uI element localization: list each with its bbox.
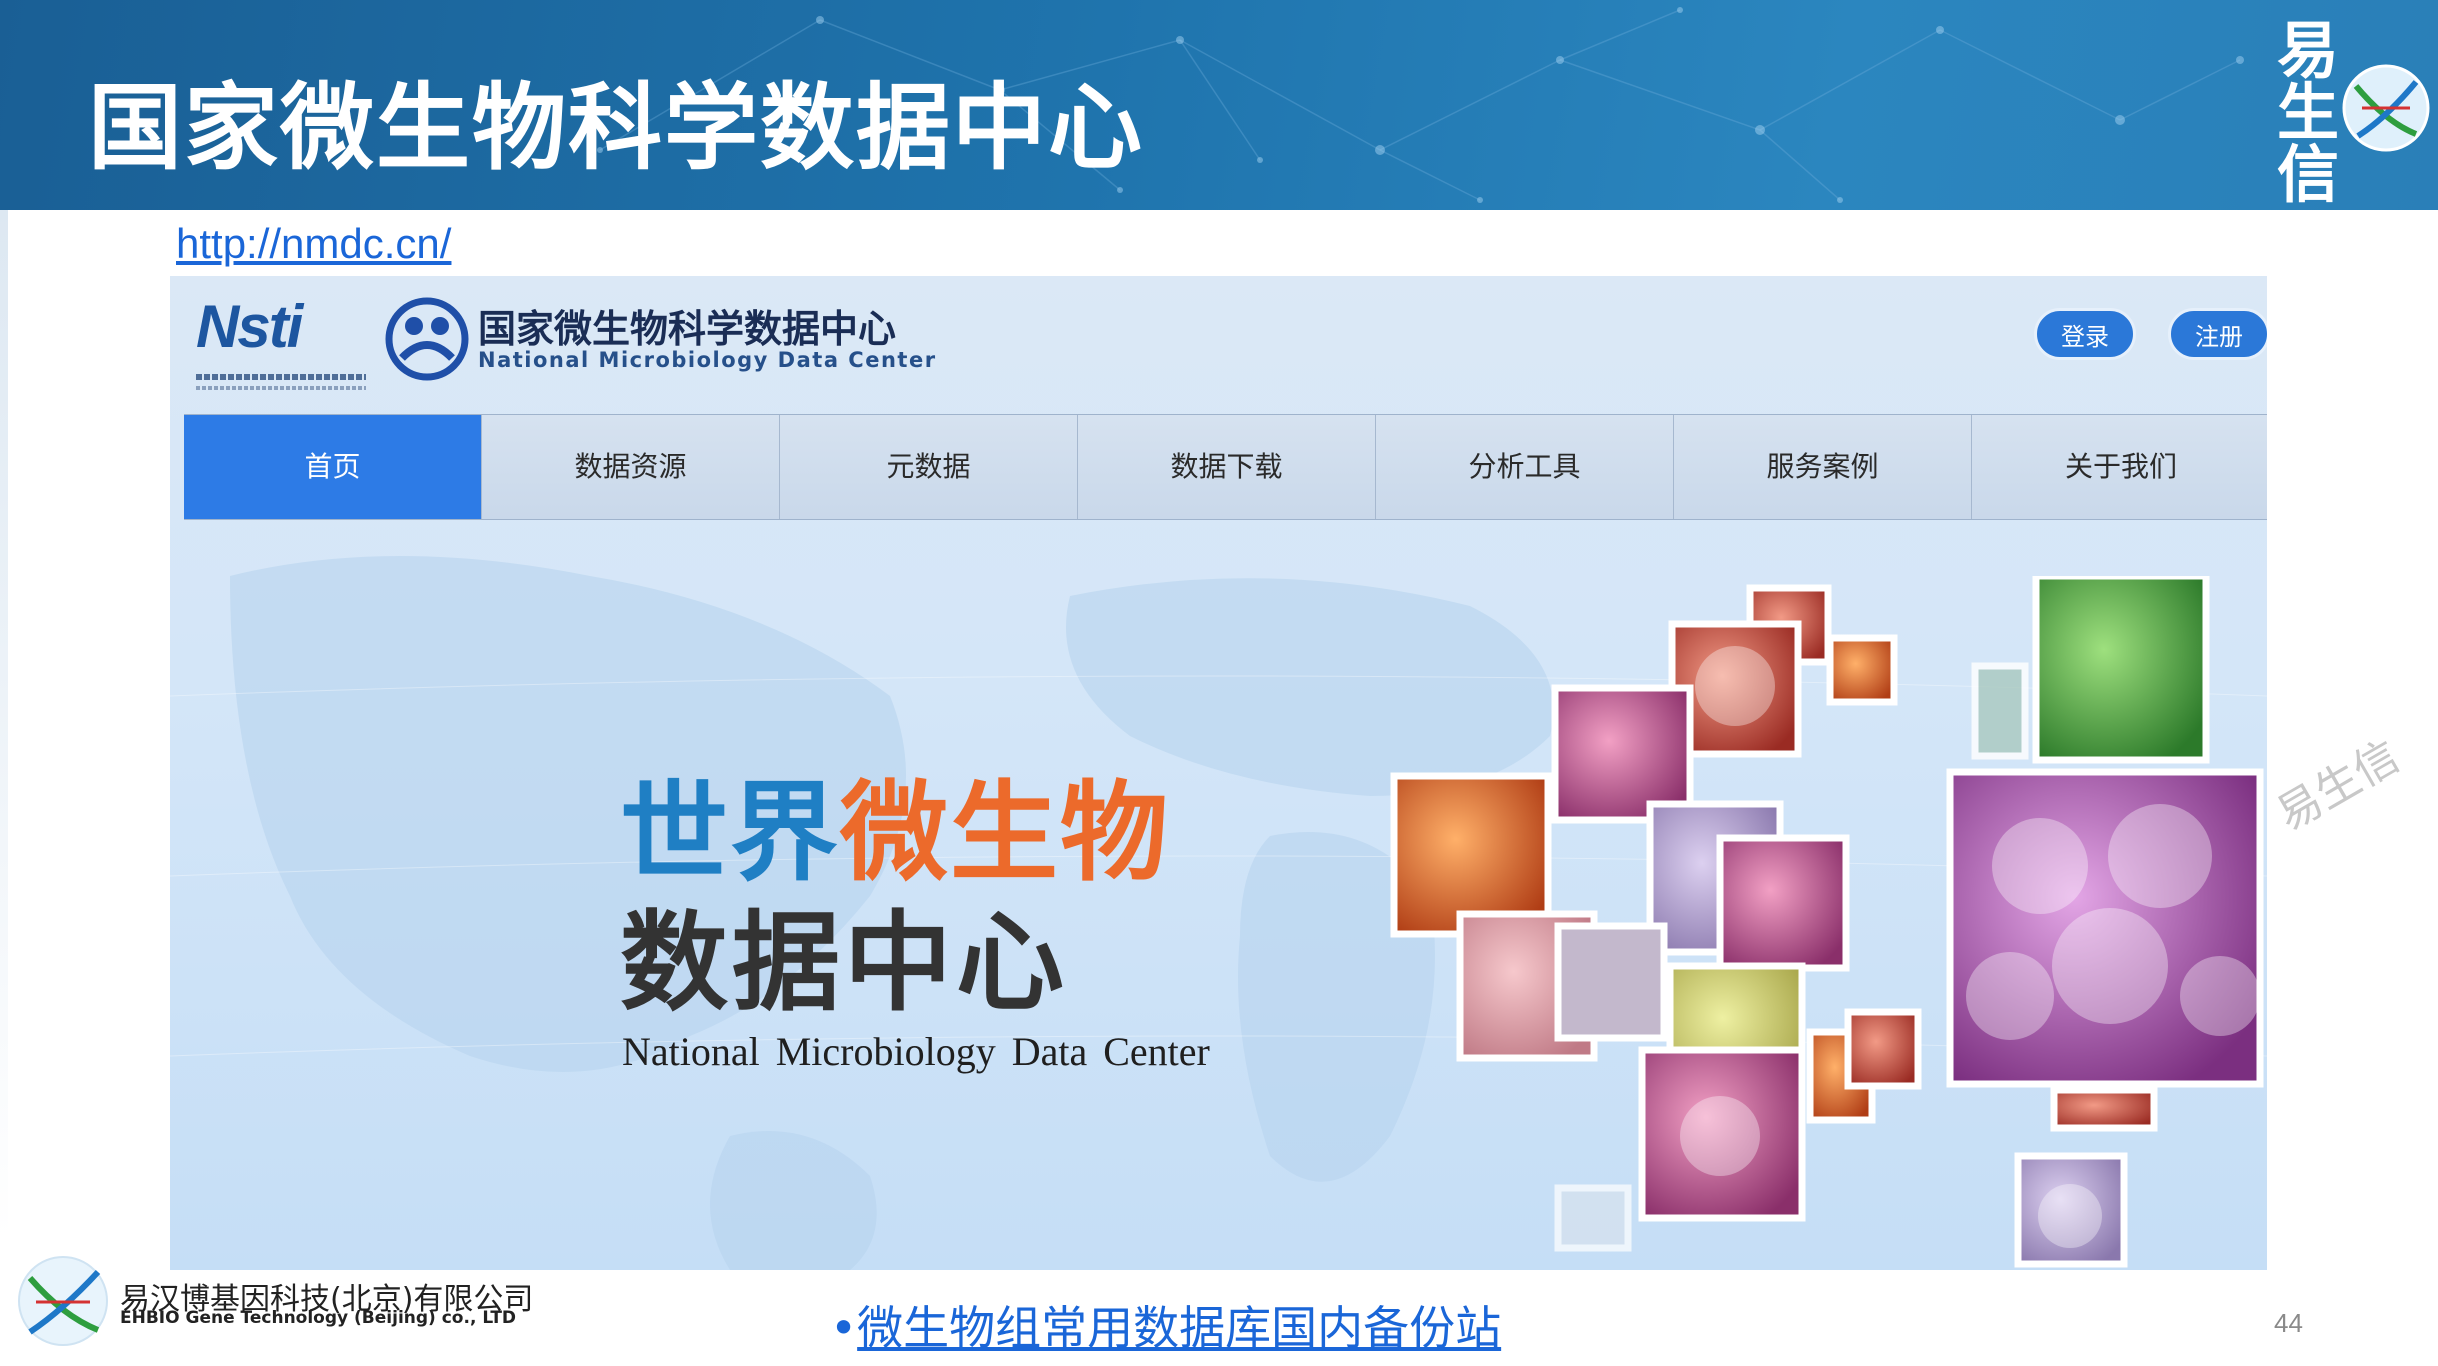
nav-item-data-resources[interactable]: 数据资源 — [482, 415, 780, 519]
slide: 国家微生物科学数据中心 易 生 信 http://nmdc.cn/ Nsti 国… — [0, 0, 2438, 1366]
nsti-logo[interactable]: Nsti — [182, 292, 366, 390]
nmdc-logo-icon[interactable] — [384, 296, 470, 382]
nav-item-service-cases[interactable]: 服务案例 — [1674, 415, 1972, 519]
microbe-image-collage — [1390, 576, 2264, 1268]
hero-title-line2: 数据中心 — [620, 901, 1069, 1026]
bullet-text: •微生物组常用数据库国内备份站 — [830, 1292, 1501, 1358]
nmdc-site-screenshot: Nsti 国家微生物科学数据中心 National Microbiology D… — [170, 276, 2267, 1270]
site-nav-bar: 首页 数据资源 元数据 数据下载 分析工具 服务案例 关于我们 — [184, 414, 2267, 520]
slide-title: 国家微生物科学数据中心 — [88, 74, 1145, 183]
ehbio-logo-icon — [2342, 64, 2430, 152]
nav-item-analysis-tools[interactable]: 分析工具 — [1376, 415, 1674, 519]
nav-item-about-us[interactable]: 关于我们 — [1972, 415, 2267, 519]
nav-item-data-download[interactable]: 数据下载 — [1078, 415, 1376, 519]
hero-subtitle-en: National Microbiology Data Center — [622, 1029, 1210, 1074]
nsti-logo-subline — [196, 374, 366, 380]
left-frame-line — [0, 210, 8, 1240]
register-button[interactable]: 注册 — [2168, 308, 2267, 360]
nsti-logo-text: Nsti — [196, 293, 303, 360]
nsti-logo-subline-en — [196, 386, 366, 390]
watermark-text: 易生信 — [2268, 730, 2409, 841]
brand-vertical-text: 易 生 信 — [2276, 14, 2339, 210]
nav-item-home[interactable]: 首页 — [184, 415, 482, 519]
site-header: Nsti 国家微生物科学数据中心 National Microbiology D… — [170, 276, 2267, 414]
backup-site-link[interactable]: 微生物组常用数据库国内备份站 — [857, 1301, 1501, 1355]
site-name-en: National Microbiology Data Center — [478, 348, 937, 372]
page-number: 44 — [2274, 1308, 2303, 1338]
nav-item-metadata[interactable]: 元数据 — [780, 415, 1078, 519]
header-banner: 国家微生物科学数据中心 易 生 信 — [0, 0, 2438, 210]
login-button[interactable]: 登录 — [2034, 308, 2136, 360]
bullet-marker: • — [830, 1301, 858, 1355]
company-name-en: EHBIO Gene Technology (Beijing) co., LTD — [120, 1308, 517, 1328]
company-logo-icon — [18, 1256, 108, 1346]
nmdc-url-link[interactable]: http://nmdc.cn/ — [176, 220, 451, 268]
site-name-cn: 国家微生物科学数据中心 — [478, 307, 897, 351]
